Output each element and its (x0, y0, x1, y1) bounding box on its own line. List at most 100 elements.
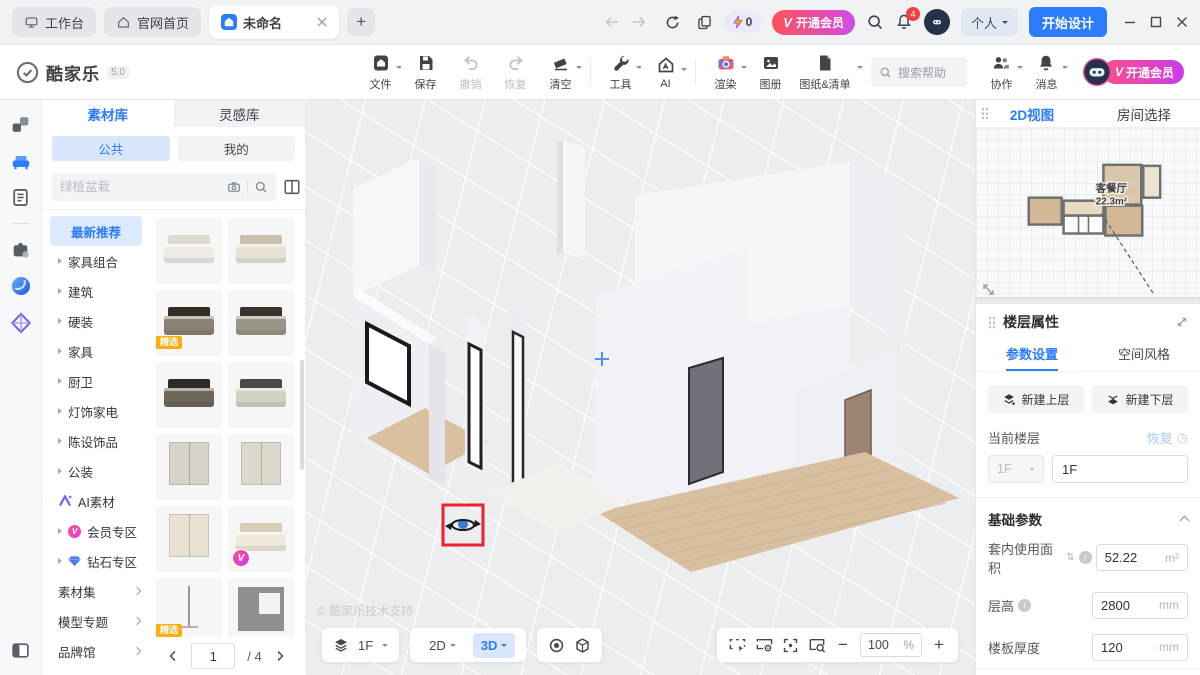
tab-inspiration-library[interactable]: 灵感库 (174, 100, 306, 127)
frame-settings-icon[interactable] (755, 637, 773, 653)
mode-3d-button[interactable]: 3D (473, 633, 516, 658)
tab-room-select[interactable]: 房间选择 (1088, 104, 1200, 124)
catalog-item-cabinet[interactable] (228, 578, 294, 637)
tab-space-style[interactable]: 空间风格 (1088, 340, 1200, 371)
tab-homepage[interactable]: 官网首页 (104, 7, 201, 37)
orbit-view-icon[interactable] (548, 637, 565, 654)
plugin-puzzle-icon[interactable] (10, 239, 31, 260)
floor-switcher[interactable]: 1F (322, 628, 399, 662)
tab-2d-view[interactable]: 2D视图 (976, 104, 1088, 124)
frame-select-icon[interactable] (728, 637, 746, 653)
catalog-item-bed[interactable] (228, 218, 294, 284)
zoom-area-icon[interactable] (808, 637, 826, 653)
collapse-chevron-icon[interactable] (1180, 516, 1190, 526)
furniture-sofa-icon[interactable] (10, 150, 32, 172)
floor-height-field[interactable]: 2800 mm (1092, 592, 1188, 619)
grid-scrollbar[interactable] (300, 360, 304, 470)
origami-model-icon[interactable] (10, 312, 32, 334)
material-search-input[interactable] (60, 180, 221, 194)
sort-icon[interactable]: ⇅ (1066, 552, 1074, 563)
category-furniture-sets[interactable]: 家具组合 (50, 246, 148, 276)
close-window-icon[interactable] (1176, 16, 1188, 28)
menu-file[interactable]: 文件 (358, 53, 403, 92)
menu-undo[interactable]: 撤销 (448, 53, 493, 92)
category-hard-decor[interactable]: 硬装 (50, 306, 148, 336)
category-member-zone[interactable]: V会员专区 (50, 516, 148, 546)
forward-icon[interactable] (631, 15, 647, 29)
help-search-box[interactable]: 搜索帮助 (871, 57, 967, 87)
minimize-icon[interactable] (1124, 16, 1136, 28)
category-material-collections[interactable]: 素材集 (50, 576, 148, 606)
catalog-item-bed[interactable] (228, 290, 294, 356)
catalog-item-wardrobe[interactable] (228, 434, 294, 500)
account-menu[interactable]: 个人 (961, 8, 1018, 36)
menu-clear[interactable]: 清空 (538, 53, 583, 92)
menu-collaborate[interactable]: 协作 (979, 53, 1024, 92)
catalog-item-wardrobe[interactable] (156, 434, 222, 500)
tab-untitled[interactable]: 未命名 (209, 5, 339, 39)
scope-public[interactable]: 公共 (52, 136, 170, 161)
camera-search-icon[interactable] (227, 180, 241, 194)
category-ai-materials[interactable]: AI素材 (50, 486, 148, 516)
info-icon[interactable]: i (1079, 551, 1092, 564)
panel-layout-icon[interactable] (10, 640, 31, 661)
assistant-avatar-icon[interactable] (924, 9, 950, 35)
slab-thickness-field[interactable]: 120 mm (1092, 634, 1188, 661)
search-icon[interactable] (254, 180, 268, 194)
back-icon[interactable] (604, 15, 620, 29)
refresh-icon[interactable] (664, 14, 681, 31)
floor-select-dropdown[interactable]: 1F (988, 455, 1044, 483)
notifications-bell[interactable]: 4 (895, 13, 913, 31)
layout-toggle-icon[interactable] (283, 175, 301, 199)
start-design-button[interactable]: 开始设计 (1029, 7, 1107, 37)
menu-drawings[interactable]: 图纸&清单 (793, 53, 857, 92)
category-latest[interactable]: 最新推荐 (50, 216, 142, 246)
tab-parameter-settings[interactable]: 参数设置 (976, 340, 1088, 371)
menu-ai[interactable]: AI (643, 55, 688, 90)
menu-render[interactable]: 渲染 (703, 53, 748, 92)
restore-button[interactable]: 恢复 ◷ (1147, 428, 1188, 447)
zoom-in-button[interactable]: + (931, 635, 947, 655)
menu-tools[interactable]: 工具 (598, 53, 643, 92)
catalog-item-bed[interactable] (228, 362, 294, 428)
new-upper-floor-button[interactable]: 新建上层 (988, 385, 1084, 413)
member-upgrade-chip[interactable]: V 开通会员 (1083, 58, 1184, 86)
new-lower-floor-button[interactable]: 新建下层 (1092, 385, 1188, 413)
focus-target-icon[interactable] (782, 637, 799, 654)
catalog-item-bed[interactable]: V (228, 506, 294, 572)
catalog-item-floor-lamp[interactable]: 精选 (156, 578, 222, 637)
menu-album[interactable]: 图册 (748, 53, 793, 92)
copy-icon[interactable] (696, 14, 713, 31)
category-model-topics[interactable]: 模型专题 (50, 606, 148, 636)
scope-mine[interactable]: 我的 (178, 136, 296, 161)
ai-assistant-ball-icon[interactable] (10, 275, 32, 297)
floor-name-input[interactable] (1052, 455, 1188, 483)
expand-panel-icon[interactable] (1176, 316, 1188, 328)
category-decor-items[interactable]: 陈设饰品 (50, 426, 148, 456)
category-lighting-appliances[interactable]: 灯饰家电 (50, 396, 148, 426)
next-page-icon[interactable] (274, 650, 286, 662)
catalog-item-bed[interactable]: 精选 (156, 290, 222, 356)
tab-material-library[interactable]: 素材库 (42, 100, 174, 127)
catalog-item-wardrobe[interactable] (156, 506, 222, 572)
drag-handle-icon[interactable] (988, 316, 996, 329)
zoom-out-button[interactable]: − (835, 635, 851, 655)
menu-redo[interactable]: 恢复 (493, 53, 538, 92)
mode-2d-button[interactable]: 2D (421, 633, 464, 658)
axonometric-cube-icon[interactable] (574, 637, 591, 654)
area-field[interactable]: 52.22 m² (1096, 544, 1188, 571)
catalog-item-bed[interactable] (156, 218, 222, 284)
zoom-level-input[interactable] (868, 638, 896, 652)
menu-messages[interactable]: 消息 (1024, 53, 1069, 92)
3d-viewport-canvas[interactable]: © 酷家乐技术支持 1F 2D 3D − (305, 100, 975, 675)
2d-minimap[interactable]: 客餐厅 22.3m² (976, 127, 1200, 297)
category-diamond-zone[interactable]: 钻石专区 (50, 546, 148, 576)
category-kitchen-bath[interactable]: 厨卫 (50, 366, 148, 396)
prev-page-icon[interactable] (167, 650, 179, 662)
upgrade-member-button[interactable]: V 开通会员 (772, 10, 855, 35)
coin-balance[interactable]: 0 (724, 11, 762, 33)
spec-list-icon[interactable] (10, 187, 31, 208)
menu-save[interactable]: 保存 (403, 53, 448, 92)
category-brand-hall[interactable]: 品牌馆 (50, 636, 148, 666)
construction-blocks-icon[interactable] (10, 114, 31, 135)
